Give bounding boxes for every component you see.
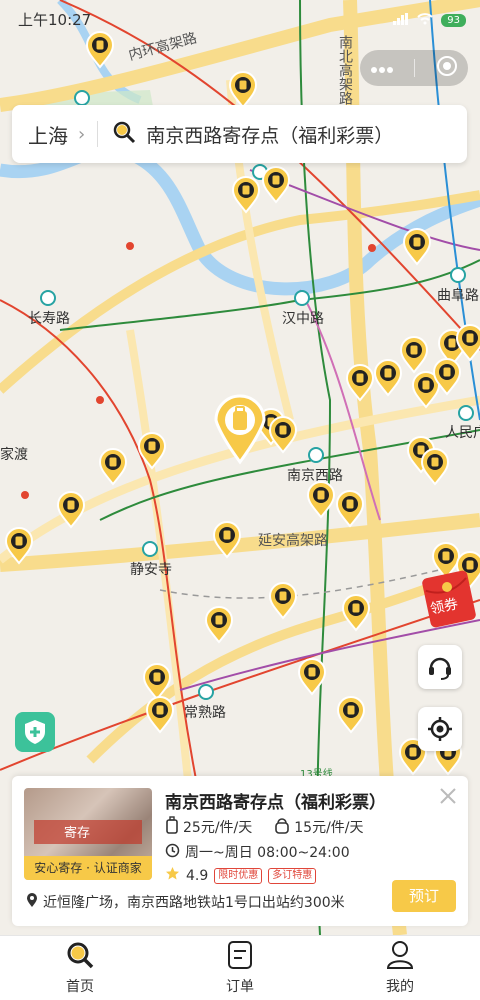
rating-value: 4.9: [186, 867, 209, 884]
large-luggage-icon: [165, 816, 179, 838]
signal-icon: [393, 11, 409, 29]
coupon-red-envelope[interactable]: 领券: [420, 568, 480, 628]
chevron-right-icon[interactable]: ›: [78, 124, 85, 145]
tab-orders-label: 订单: [226, 979, 254, 995]
locate-icon: [428, 717, 452, 741]
close-miniprogram-icon[interactable]: [436, 55, 458, 81]
price-small: 15元/件/天: [294, 820, 364, 836]
price-large: 25元/件/天: [183, 820, 253, 836]
thumbnail-caption: 寄存: [64, 826, 91, 841]
miniprogram-capsule[interactable]: [360, 50, 468, 86]
close-icon[interactable]: [438, 786, 458, 810]
store-address: 近恒隆广场，南京西路地铁站1号口出站约300米: [43, 895, 345, 911]
station-label: 长寿路: [28, 310, 70, 327]
more-icon[interactable]: [370, 59, 394, 78]
station-label: 静安寺: [130, 562, 172, 578]
search-home-icon: [65, 940, 95, 974]
orders-icon: [226, 940, 254, 974]
locate-me-button[interactable]: [418, 707, 462, 751]
city-selector[interactable]: 上海: [28, 120, 68, 149]
station-label: 汉中路: [282, 311, 324, 327]
promo-tag: 多订特惠: [268, 867, 317, 884]
promo-tag: 限时优惠: [214, 867, 263, 884]
tab-home[interactable]: 首页: [0, 936, 160, 1000]
road-label: 南北高架路: [337, 35, 353, 105]
location-pin-icon: [26, 892, 38, 912]
business-hours: 周一~周日 08:00~24:00: [185, 845, 350, 861]
tab-home-label: 首页: [66, 979, 94, 995]
battery-indicator: 93: [441, 13, 466, 27]
insurance-shield-button[interactable]: [15, 712, 55, 752]
station-label: 家渡: [0, 446, 28, 463]
station-label: 常熟路: [184, 705, 226, 721]
wifi-icon: [417, 11, 433, 29]
status-bar: 上午10:27 93: [0, 0, 480, 38]
station-label: 人民广: [445, 425, 480, 441]
store-info-card[interactable]: 寄存 安心寄存 · 认证商家 南京西路寄存点（福利彩票） 25元/件/天 15元…: [12, 776, 468, 926]
station-label: 南京西路: [287, 468, 343, 484]
status-time: 上午10:27: [18, 11, 92, 29]
search-divider: [97, 121, 99, 147]
star-icon: [165, 866, 180, 885]
headset-icon: [429, 657, 451, 680]
book-button[interactable]: 预订: [392, 880, 456, 912]
capsule-divider: [414, 59, 416, 77]
tab-bar: 首页 订单 我的: [0, 935, 480, 1000]
tab-orders[interactable]: 订单: [160, 936, 320, 1000]
small-bag-icon: [274, 816, 290, 838]
user-icon: [386, 940, 414, 974]
search-icon: [112, 120, 136, 148]
search-query[interactable]: 南京西路寄存点（福利彩票）: [146, 121, 393, 148]
tab-mine-label: 我的: [386, 979, 414, 995]
customer-service-button[interactable]: [418, 645, 462, 689]
station-label: 曲阜路: [437, 287, 479, 304]
certified-badge: 安心寄存 · 认证商家: [24, 856, 152, 880]
clock-icon: [165, 843, 180, 862]
tab-mine[interactable]: 我的: [320, 936, 480, 1000]
search-bar[interactable]: 上海 › 南京西路寄存点（福利彩票）: [12, 105, 467, 163]
store-name[interactable]: 南京西路寄存点（福利彩票）: [165, 788, 386, 813]
road-label: 延安高架路: [258, 532, 328, 549]
